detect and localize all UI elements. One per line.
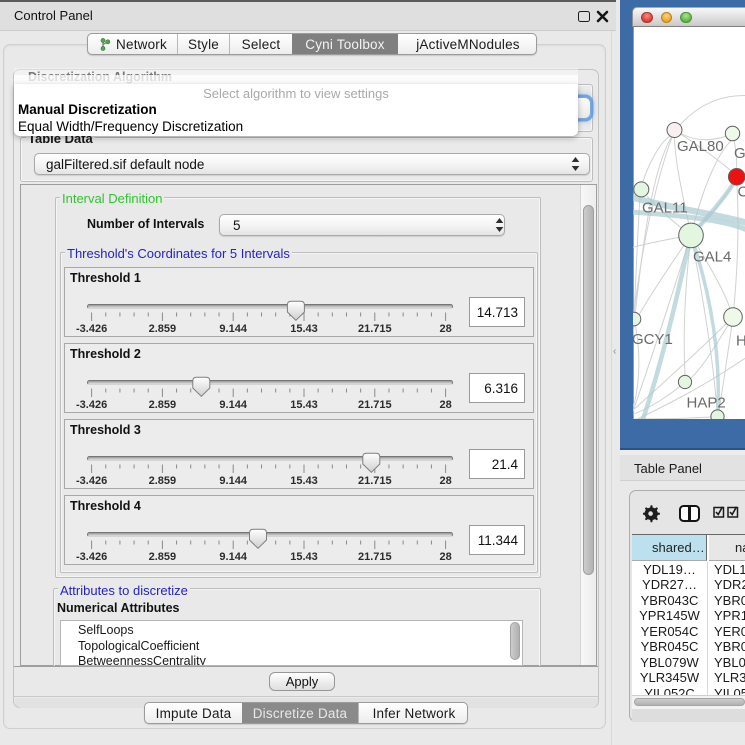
svg-text:HAP2: HAP2	[687, 395, 726, 412]
svg-text:GAL4: GAL4	[693, 249, 731, 266]
svg-text:CY: CY	[738, 184, 745, 201]
svg-text:HA: HA	[736, 333, 745, 350]
svg-text:GAL: GAL	[734, 145, 745, 162]
svg-text:GCY1: GCY1	[633, 331, 673, 348]
svg-text:GAL80: GAL80	[677, 138, 724, 155]
svg-text:GAL11: GAL11	[642, 200, 688, 217]
